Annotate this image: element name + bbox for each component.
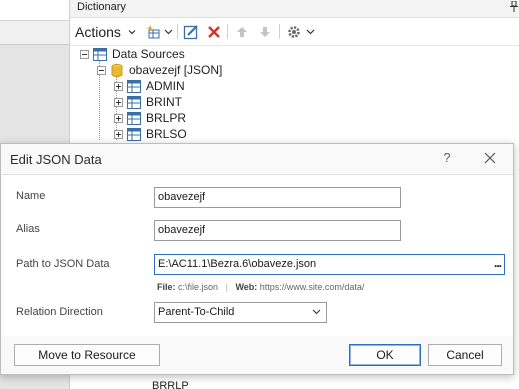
tree-item-label: ADMIN <box>146 79 185 93</box>
tree-item-table[interactable]: ADMIN <box>114 78 185 94</box>
path-input[interactable]: E:\AC11.1\Bezra.6\obaveze.json ... <box>154 254 505 275</box>
expand-toggle[interactable] <box>114 129 123 139</box>
tree-item-label-peek: BRRLP <box>152 380 189 389</box>
help-button[interactable]: ? <box>440 149 454 167</box>
dictionary-header: Dictionary <box>70 0 519 18</box>
chevron-down-icon <box>312 309 321 315</box>
dialog-footer: Move to Resource OK Cancel <box>1 336 513 374</box>
ok-button[interactable]: OK <box>349 344 421 366</box>
toolbar-separator <box>279 24 280 39</box>
settings-chevron-icon[interactable] <box>306 29 315 35</box>
new-item-icon[interactable] <box>145 23 162 40</box>
tree-item-label: BRLSO <box>146 127 187 141</box>
tree-item-table[interactable]: BRLPR <box>114 110 186 126</box>
relation-direction-select[interactable]: Parent-To-Child <box>154 302 327 323</box>
pin-icon[interactable] <box>510 0 518 12</box>
dictionary-toolbar: Actions <box>70 18 519 46</box>
table-icon <box>127 127 141 141</box>
path-value: E:\AC11.1\Bezra.6\obaveze.json <box>158 258 317 270</box>
hint-web-key: Web: <box>235 282 258 292</box>
actions-menu-button[interactable]: Actions <box>75 22 137 41</box>
data-sources-icon <box>93 47 107 61</box>
tree-item-table[interactable]: BRLSO <box>114 126 187 142</box>
hint-separator: | <box>225 282 228 292</box>
name-input[interactable]: obavezejf <box>154 187 401 208</box>
database-icon <box>111 63 123 77</box>
browse-button[interactable]: ... <box>494 255 502 274</box>
relation-direction-value: Parent-To-Child <box>158 306 235 318</box>
hint-file-key: File: <box>157 282 176 292</box>
relation-label: Relation Direction <box>16 306 103 318</box>
expand-toggle[interactable] <box>114 113 123 123</box>
chevron-down-icon <box>128 29 136 34</box>
alias-label: Alias <box>16 223 40 235</box>
move-down-icon[interactable] <box>256 23 273 40</box>
collapse-toggle[interactable] <box>80 49 89 59</box>
toolbar-separator <box>177 24 178 39</box>
table-icon <box>127 79 141 93</box>
dialog-titlebar[interactable]: Edit JSON Data ? <box>1 144 513 174</box>
tree-item-table[interactable]: BRINT <box>114 94 182 110</box>
move-to-resource-button[interactable]: Move to Resource <box>14 344 160 366</box>
hint-web-value: https://www.site.com/data/ <box>259 282 365 292</box>
tree-item-label: Data Sources <box>112 47 185 61</box>
settings-icon[interactable] <box>285 23 302 40</box>
alias-input[interactable]: obavezejf <box>154 220 401 241</box>
toolbar-separator <box>227 24 228 39</box>
app-window: Dictionary Actions Data Sources obavezej… <box>0 0 519 389</box>
table-icon <box>127 111 141 125</box>
name-label: Name <box>16 190 46 202</box>
move-up-icon[interactable] <box>233 23 250 40</box>
dictionary-title: Dictionary <box>77 1 126 13</box>
hint-file-value: c:\file.json <box>178 282 219 292</box>
tree-item-data-sources[interactable]: Data Sources <box>80 46 185 62</box>
dialog-body: Name obavezejf Alias obavezejf Path to J… <box>2 174 513 337</box>
new-item-chevron-icon[interactable] <box>164 29 173 35</box>
path-label: Path to JSON Data <box>16 258 110 270</box>
expand-toggle[interactable] <box>114 97 123 107</box>
edit-icon[interactable] <box>182 23 199 40</box>
actions-label: Actions <box>75 23 121 40</box>
tree-item-label: BRLPR <box>146 111 187 125</box>
collapse-toggle[interactable] <box>97 65 106 75</box>
tree-item-label: obavezejf [JSON] <box>129 63 223 77</box>
cancel-button[interactable]: Cancel <box>428 344 502 366</box>
tree-item-json-source[interactable]: obavezejf [JSON] <box>97 62 223 78</box>
dialog-title: Edit JSON Data <box>10 152 102 167</box>
table-icon <box>127 95 141 109</box>
tree-item-label: BRINT <box>146 95 182 109</box>
path-hint: File: c:\file.json | Web: https://www.si… <box>157 282 364 292</box>
close-icon[interactable] <box>483 151 497 165</box>
expand-toggle[interactable] <box>114 81 123 91</box>
left-pane-top-strip <box>0 0 70 21</box>
edit-json-dialog: Edit JSON Data ? Name obavezejf Alias ob… <box>0 143 514 375</box>
delete-icon[interactable] <box>205 23 222 40</box>
